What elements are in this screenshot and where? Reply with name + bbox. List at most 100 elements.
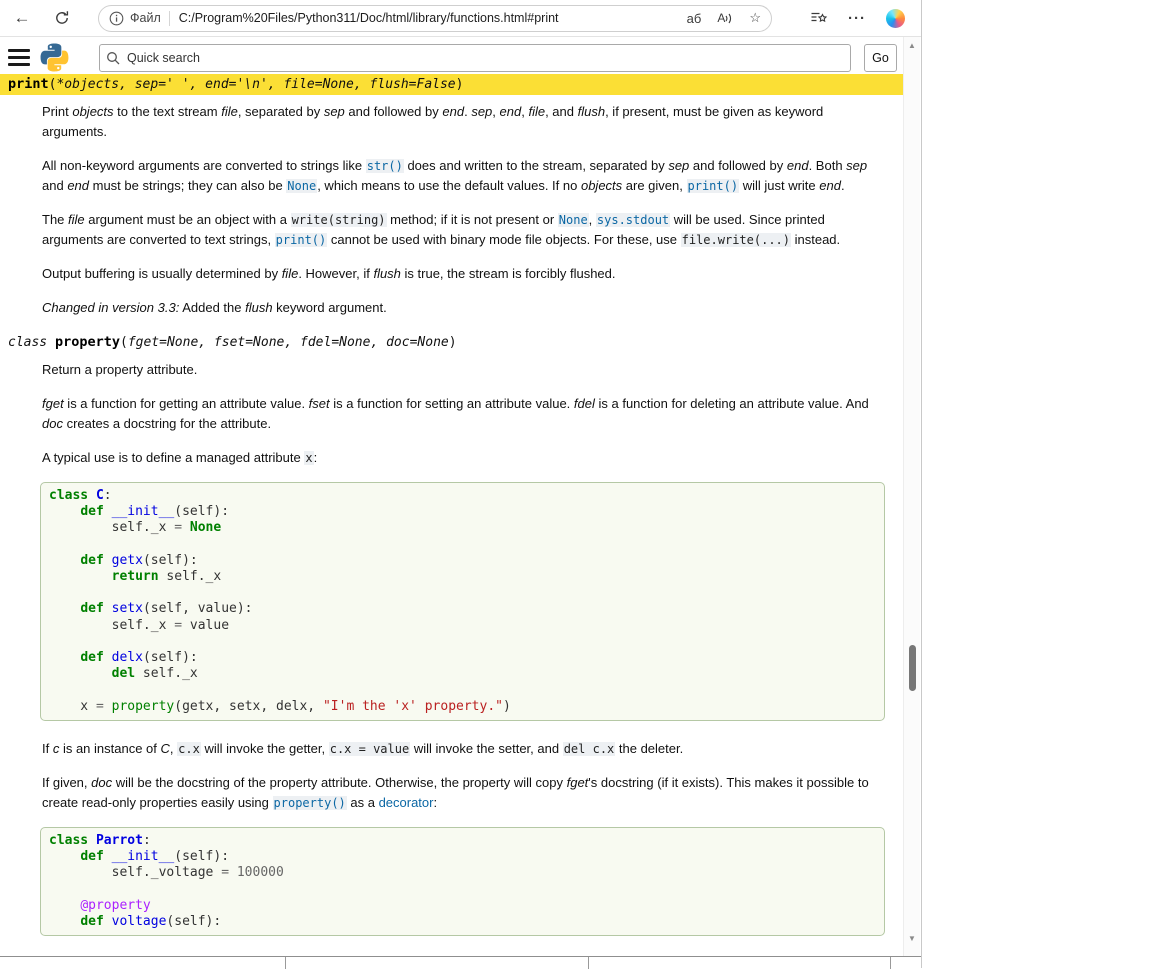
address-bar[interactable]: Файл C:/Program%20Files/Python311/Doc/ht…	[98, 5, 772, 32]
scrollbar[interactable]: ▲ ▼	[903, 37, 920, 956]
text-run: fget	[567, 775, 589, 790]
refresh-button[interactable]	[48, 4, 76, 32]
paragraph: Output buffering is usually determined b…	[42, 264, 883, 284]
file-badge[interactable]: Файл	[130, 11, 161, 25]
text-run: Added the	[179, 300, 245, 315]
bottom-tick	[588, 957, 589, 969]
text-run: sep	[324, 104, 345, 119]
text-run: doc	[91, 775, 112, 790]
text-run: A typical use is to define a managed att…	[42, 450, 304, 465]
text-run: Return a property attribute.	[42, 362, 197, 377]
text-run: , which means to use the default values.…	[317, 178, 581, 193]
text-run: creates a docstring for the attribute.	[63, 416, 271, 431]
toolbar-right-icons: ···	[810, 9, 921, 28]
doc-link[interactable]: decorator	[379, 795, 434, 810]
read-aloud-letter: A	[717, 11, 725, 25]
text-run: objects	[72, 104, 113, 119]
scrollbar-thumb[interactable]	[909, 645, 916, 691]
text-run: flush	[373, 266, 400, 281]
doc-link[interactable]: sys.stdout	[596, 213, 670, 227]
text-run: sep	[846, 158, 867, 173]
text-run: will invoke the getter,	[201, 741, 329, 756]
text-run: Output buffering is usually determined b…	[42, 266, 282, 281]
text-run: x	[304, 451, 313, 465]
text-run: doc	[42, 416, 63, 431]
read-aloud-icon[interactable]: A	[717, 11, 733, 25]
text-run: fdel	[574, 396, 595, 411]
text-run: sep	[471, 104, 492, 119]
translate-icon[interactable]: аб	[687, 11, 702, 26]
doc-link[interactable]: property()	[273, 796, 347, 810]
url-text[interactable]: C:/Program%20Files/Python311/Doc/html/li…	[179, 11, 677, 25]
collections-icon[interactable]	[810, 10, 828, 26]
text-run: . Both	[809, 158, 847, 173]
text-run: file	[282, 266, 299, 281]
refresh-icon	[54, 10, 70, 26]
text-run: c.x = value	[329, 742, 410, 756]
text-run: If given,	[42, 775, 91, 790]
menu-icon[interactable]	[8, 49, 30, 66]
doc-link[interactable]: str()	[366, 159, 404, 173]
text-run: C	[161, 741, 170, 756]
paragraph: All non-keyword arguments are converted …	[42, 156, 883, 196]
python-logo[interactable]	[40, 43, 69, 72]
doc-link[interactable]: print()	[275, 233, 328, 247]
back-button[interactable]: ←	[8, 4, 36, 32]
text-run: del c.x	[563, 742, 616, 756]
doc-link[interactable]: print()	[687, 179, 740, 193]
text-run: ,	[492, 104, 499, 119]
text-run: ,	[589, 212, 596, 227]
scroll-down-icon[interactable]: ▼	[904, 934, 920, 943]
text-run: flush	[578, 104, 605, 119]
paragraph: Return a property attribute.	[42, 360, 883, 380]
paragraph: The file argument must be an object with…	[42, 210, 883, 250]
text-run: are given,	[622, 178, 686, 193]
code-block: class C: def __init__(self): self._x = N…	[40, 482, 885, 721]
text-run: method; if it is not present or	[387, 212, 558, 227]
text-run: :	[314, 450, 318, 465]
doc-link[interactable]: None	[286, 179, 317, 193]
paragraph: If given, doc will be the docstring of t…	[42, 773, 883, 813]
text-run: Print	[42, 104, 72, 119]
favorite-star-icon[interactable]: ☆	[749, 10, 761, 26]
text-run: will be the docstring of the property at…	[112, 775, 567, 790]
more-icon[interactable]: ···	[848, 10, 866, 27]
text-run: is an instance of	[59, 741, 160, 756]
text-run: to the text stream	[114, 104, 222, 119]
browser-window: ← Файл C:/Program%20Files/Python311/Doc/…	[0, 0, 922, 968]
text-run: , and	[545, 104, 578, 119]
text-run: objects	[581, 178, 622, 193]
paragraph: A typical use is to define a managed att…	[42, 448, 883, 468]
go-button[interactable]: Go	[864, 44, 897, 72]
text-run: file	[221, 104, 238, 119]
text-run: fget	[42, 396, 64, 411]
signature-property: class property(fget=None, fset=None, fde…	[0, 332, 903, 353]
address-separator	[169, 11, 170, 26]
text-run: If	[42, 741, 53, 756]
bottom-edge	[0, 956, 921, 968]
search-icon	[106, 51, 120, 65]
text-run: keyword argument.	[273, 300, 387, 315]
text-run: end	[442, 104, 464, 119]
paragraph: Changed in version 3.3: Added the flush …	[42, 298, 883, 318]
info-icon[interactable]	[109, 11, 124, 26]
search-input[interactable]	[125, 50, 844, 66]
text-run: . However, if	[298, 266, 373, 281]
bottom-tick	[890, 957, 891, 969]
scroll-up-icon[interactable]: ▲	[904, 41, 920, 50]
doc-link[interactable]: None	[558, 213, 589, 227]
address-bar-icons: аб A ☆	[687, 10, 761, 26]
text-run: and followed by	[689, 158, 787, 173]
paragraph: fget is a function for getting an attrib…	[42, 394, 883, 434]
text-run: end	[787, 158, 809, 173]
copilot-icon[interactable]	[886, 9, 905, 28]
text-run: All non-keyword arguments are converted …	[42, 158, 366, 173]
text-run: :	[433, 795, 437, 810]
text-run: and	[42, 178, 67, 193]
page-content: Go print(*objects, sep=' ', end='\n', fi…	[0, 37, 903, 956]
text-run: end	[67, 178, 89, 193]
sound-waves-icon	[725, 12, 733, 25]
browser-toolbar: ← Файл C:/Program%20Files/Python311/Doc/…	[0, 0, 921, 37]
text-run: end	[819, 178, 841, 193]
doc-content: print(*objects, sep=' ', end='\n', file=…	[0, 74, 903, 936]
